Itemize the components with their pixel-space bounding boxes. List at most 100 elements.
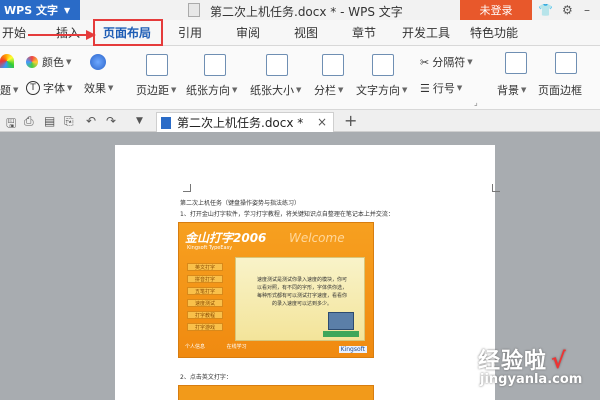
app-menu-label: WPS 文字 [4,4,58,17]
effect-icon-button[interactable] [90,54,106,70]
color-label: 颜色 [42,56,64,69]
embedded-footer-left: 个人信息 [185,344,206,350]
chevron-down-icon: ▼ [467,58,473,66]
shirt-icon[interactable]: 👕 [538,3,553,17]
export-icon[interactable]: ⎘ [64,114,74,129]
text-direction-button[interactable]: 文字方向 ▼ [356,82,407,98]
font-label: 字体 [43,82,65,95]
effect-icon [90,54,106,70]
quick-access-bar: 🖫 ⎙ ▤ ⎘ ↶ ↷ ▼ 第二次上机任务.docx * × + [0,110,600,132]
paper-size-button[interactable]: 纸张大小 ▼ [250,82,301,98]
chevron-down-icon: ▼ [521,86,527,94]
orientation-icon[interactable] [204,54,226,76]
chevron-down-icon: ▼ [296,86,302,94]
palette-icon [26,56,38,68]
new-tab-icon[interactable]: + [344,111,357,130]
redo-icon[interactable]: ↷ [106,114,116,128]
embedded-menu-button: 打字教程 [187,311,223,319]
ribbon: 题 ▼ 颜色 ▼ T 字体 ▼ 效果 ▼ 页边距 ▼ 纸张方向 ▼ 纸张大小 ▼ 分栏 ▼ 文字… [0,46,600,110]
embedded-screenshot: 金山打字2006 Kingsoft TypeEasy Welcome 英文打字 … [178,222,374,358]
font-button[interactable]: T 字体 ▼ [26,80,72,96]
document-paragraph: 1、打开金山打字软件，学习打字教程，将关键知识点自整理在笔记本上并交流： [180,211,394,218]
theme-label: 题 [0,84,11,97]
red-arrow-icon [28,30,96,40]
embedded-menu-button: 英文打字 [187,263,223,271]
columns-icon[interactable] [322,54,344,76]
tab-references[interactable]: 引用 [178,24,202,41]
chevron-down-icon: ▼ [338,86,344,94]
embedded-brand: Kingsoft [338,346,367,353]
tab-developer[interactable]: 开发工具 [402,24,450,41]
effect-button[interactable]: 效果 ▼ [84,80,113,96]
print-preview-icon[interactable]: ⎙ [24,114,34,129]
document-tab[interactable]: 第二次上机任务.docx * × [156,112,334,132]
document-heading: 第二次上机任务（键盘操作姿势与指法练习） [180,200,301,207]
dialog-launcher-icon[interactable]: ⌟ [474,98,478,107]
chevron-down-icon: ▼ [63,5,71,15]
document-tab-label: 第二次上机任务.docx * [177,116,304,130]
undo-icon[interactable]: ↶ [86,114,96,128]
check-icon: √ [551,349,567,374]
separator-label: 分隔符 [432,56,466,69]
background-label: 背景 [497,84,519,97]
theme-icon[interactable] [0,54,14,68]
embedded-watermark: Welcome [289,231,345,245]
page-border-button[interactable]: 页面边框 [538,82,582,98]
login-button[interactable]: 未登录 [460,0,532,20]
site-watermark: 经验啦 √ [478,343,567,375]
app-menu-button[interactable]: WPS 文字 ▼ [0,0,80,20]
effect-label: 效果 [84,82,106,95]
title-bar: WPS 文字 ▼ 第二次上机任务.docx * - WPS 文字 未登录 👕 ⚙… [0,0,600,20]
settings-icon[interactable]: ⚙ [562,3,573,17]
orientation-label: 纸张方向 [186,84,230,97]
site-watermark-url: jingyanla.com [480,372,583,387]
paper-size-icon[interactable] [266,54,288,76]
embedded-footer-mid: 在线学习 [226,344,247,350]
columns-label: 分栏 [314,84,336,97]
font-icon: T [26,81,40,95]
close-icon[interactable]: × [317,115,327,129]
embedded-logo-sub: Kingsoft TypeEasy [187,245,233,251]
print-icon[interactable]: ▤ [44,114,55,128]
embedded-menu-button: 五笔打字 [187,287,223,295]
minimize-icon[interactable]: – [584,3,590,17]
chevron-down-icon: ▼ [108,84,114,92]
margins-button[interactable]: 页边距 ▼ [136,82,176,98]
computer-icon [323,312,359,337]
tab-review[interactable]: 审阅 [236,24,260,41]
embedded-panel-text: 速度测试是测试你录入速度的模块，你可以看对照，有不同的字形，字体供你选，每种形式… [256,277,347,307]
tab-special-features[interactable]: 特色功能 [470,24,518,41]
document-paragraph: 2、点击英文打字： [180,374,232,381]
line-numbers-button[interactable]: ☰ 行号 ▼ [420,80,462,96]
text-direction-label: 文字方向 [356,84,400,97]
chevron-down-icon: ▼ [232,86,238,94]
crop-mark [492,184,500,192]
line-numbers-icon: ☰ [420,81,430,95]
chevron-down-icon: ▼ [402,86,408,94]
background-button[interactable]: 背景 ▼ [497,82,526,98]
tab-home[interactable]: 开始 [2,24,26,41]
chevron-down-icon[interactable]: ▼ [136,116,143,126]
chevron-down-icon: ▼ [66,58,72,66]
chevron-down-icon: ▼ [67,84,73,92]
highlight-box [93,19,163,46]
separator-button[interactable]: ✂ 分隔符 ▼ [420,54,473,70]
theme-button[interactable]: 题 ▼ [0,82,18,98]
orientation-button[interactable]: 纸张方向 ▼ [186,82,237,98]
embedded-panel: 速度测试是测试你录入速度的模块，你可以看对照，有不同的字形，字体供你选，每种形式… [235,257,365,341]
embedded-screenshot-2 [178,385,374,400]
tab-view[interactable]: 视图 [294,24,318,41]
chevron-down-icon: ▼ [13,86,19,94]
columns-button[interactable]: 分栏 ▼ [314,82,343,98]
margins-label: 页边距 [136,84,169,97]
line-numbers-label: 行号 [432,82,455,95]
document-icon [161,116,171,129]
chevron-down-icon: ▼ [456,84,463,92]
color-button[interactable]: 颜色 ▼ [26,54,71,70]
margins-icon[interactable] [146,54,168,76]
tab-chapter[interactable]: 章节 [352,24,376,41]
text-direction-icon[interactable] [372,54,394,76]
background-icon[interactable] [505,52,527,74]
page-border-icon[interactable] [555,52,577,74]
embedded-logo: 金山打字2006 [185,231,267,245]
